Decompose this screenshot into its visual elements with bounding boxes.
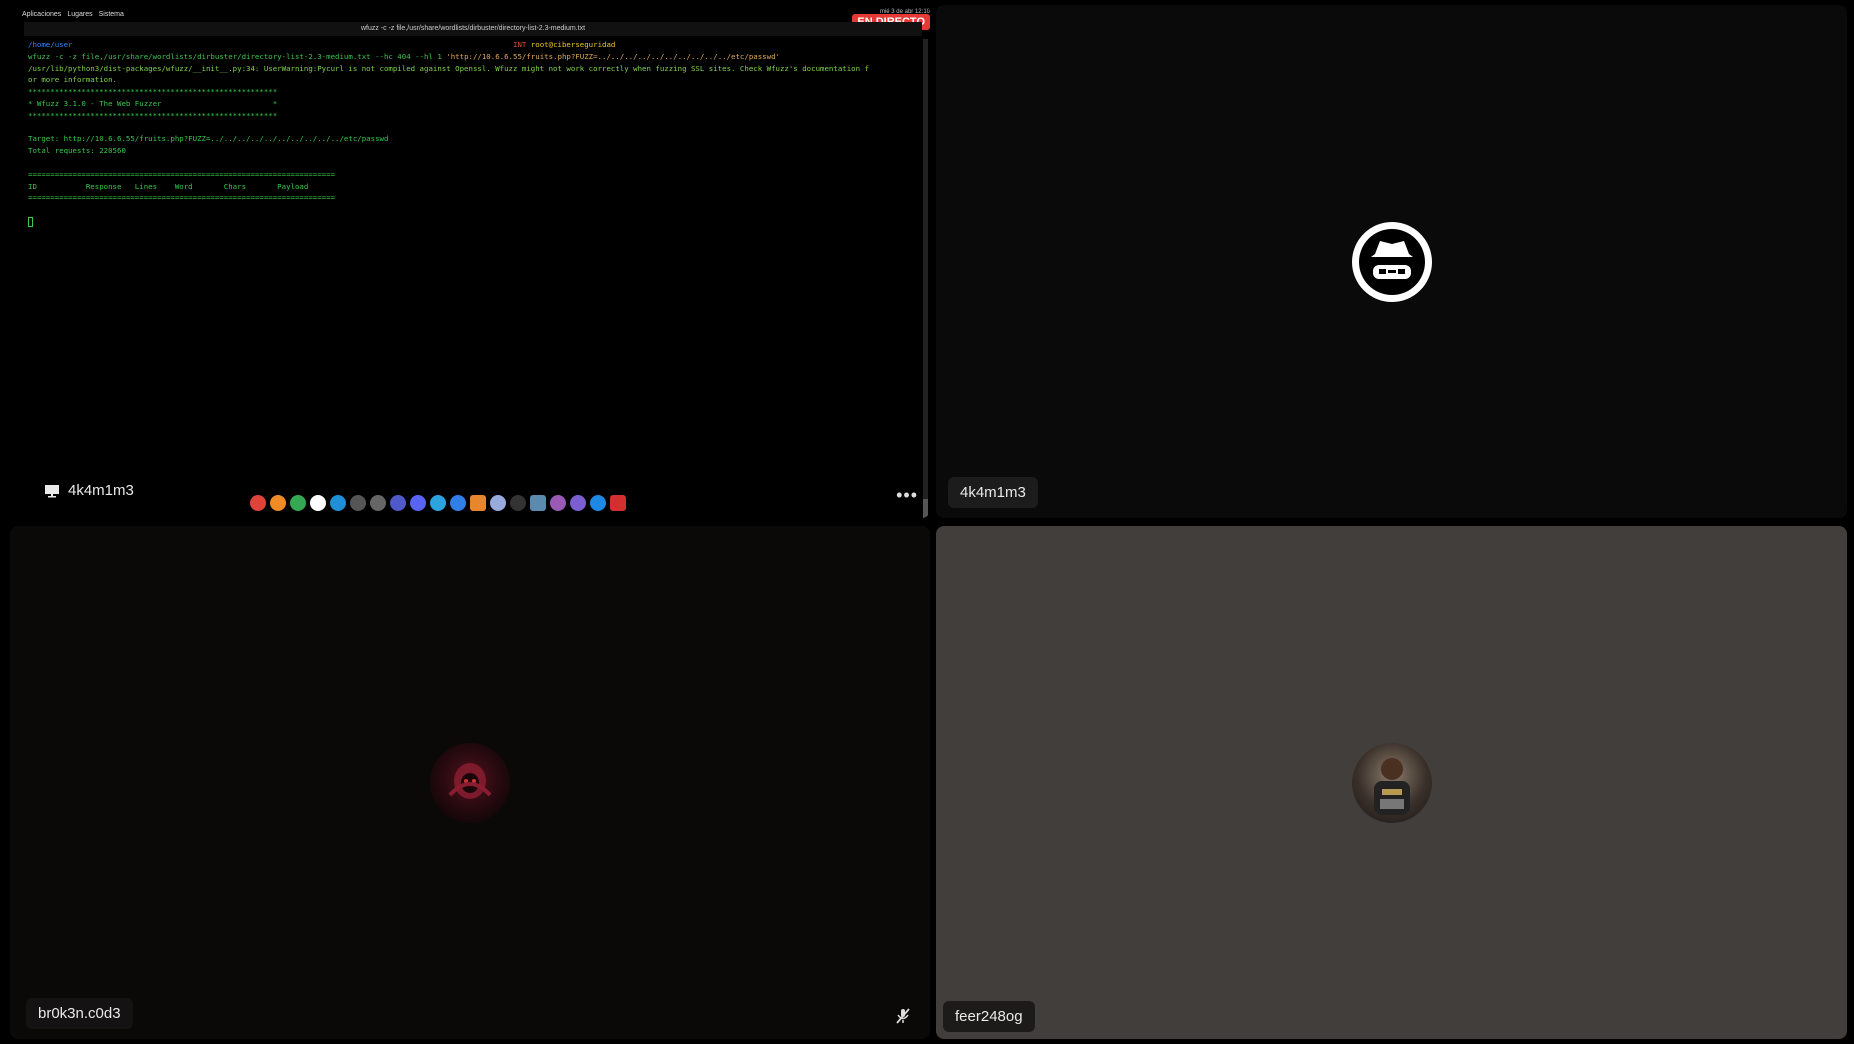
terminal-cursor xyxy=(28,216,33,227)
results-header: ID Response Lines Word Chars Payload xyxy=(28,181,309,191)
terminal-title: wfuzz -c -z file,/usr/share/wordlists/di… xyxy=(24,22,922,36)
screen-share-owner: 4k4m1m3 xyxy=(68,482,134,499)
participant-name: 4k4m1m3 xyxy=(960,484,1026,501)
screen-share-tile[interactable]: Aplicaciones Lugares Sistema mié 3 de ab… xyxy=(10,5,930,518)
banner-line: * Wfuzz 3.1.0 - The Web Fuzzer * xyxy=(28,98,278,108)
stars-line-2: ****************************************… xyxy=(28,110,278,120)
prompt-path: /home/user xyxy=(28,40,73,49)
hooded-figure-image xyxy=(448,762,492,799)
avatar xyxy=(1351,221,1432,302)
profile-photo xyxy=(1373,757,1410,815)
discord-icon[interactable] xyxy=(410,495,426,511)
dock-app-icon[interactable] xyxy=(530,495,546,511)
dock-app-icon[interactable] xyxy=(370,495,386,511)
dock-app-icon[interactable] xyxy=(570,495,586,511)
edge-icon[interactable] xyxy=(330,495,346,511)
teams-icon[interactable] xyxy=(390,495,406,511)
screen-share-name-tag: 4k4m1m3 xyxy=(32,475,146,506)
participant-name: br0k3n.c0d3 xyxy=(38,1005,121,1022)
menu-apps[interactable]: Aplicaciones xyxy=(22,11,61,18)
dock-app-icon[interactable] xyxy=(270,495,286,511)
equals-line-1: ========================================… xyxy=(28,169,336,179)
participant-name-tag: br0k3n.c0d3 xyxy=(26,998,133,1029)
menu-system[interactable]: Sistema xyxy=(99,11,124,18)
scrollbar-thumb[interactable] xyxy=(923,499,928,518)
whatsapp-icon[interactable] xyxy=(310,495,326,511)
video-call-grid: Aplicaciones Lugares Sistema mié 3 de ab… xyxy=(0,0,1854,1044)
app-dock xyxy=(250,495,626,511)
prompt-user: root@ciberseguridad xyxy=(530,40,616,49)
command-url: 'http://10.6.6.55/fruits.php?FUZZ=../../… xyxy=(446,51,780,61)
participant-tile[interactable]: br0k3n.c0d3 xyxy=(10,526,930,1039)
chrome-icon[interactable] xyxy=(290,495,306,511)
prompt-status: INT xyxy=(513,40,527,49)
warning-line-2: or more information. xyxy=(28,75,117,85)
mic-muted-icon xyxy=(896,1008,910,1024)
participant-name-tag: 4k4m1m3 xyxy=(948,477,1038,508)
participant-name-tag: feer248og xyxy=(943,1001,1035,1032)
avatar xyxy=(1351,742,1432,823)
dock-app-icon[interactable] xyxy=(450,495,466,511)
participant-name: feer248og xyxy=(955,1008,1023,1025)
command-text: wfuzz -c -z file,/usr/share/wordlists/di… xyxy=(28,51,447,61)
dock-app-icon[interactable] xyxy=(550,495,566,511)
equals-line-2: ========================================… xyxy=(28,193,336,203)
dock-app-icon[interactable] xyxy=(350,495,366,511)
terminal-scrollbar[interactable] xyxy=(923,39,928,518)
dock-app-icon[interactable] xyxy=(510,495,526,511)
dock-app-icon[interactable] xyxy=(250,495,266,511)
sublime-icon[interactable] xyxy=(470,495,486,511)
screen-share-icon xyxy=(45,484,59,497)
avatar xyxy=(430,742,510,823)
stars-line-1: ****************************************… xyxy=(28,87,278,97)
warning-line-1: /usr/lib/python3/dist-packages/wfuzz/__i… xyxy=(28,63,869,73)
terminal-output[interactable]: /home/user INT root@ciberseguridad wfuzz… xyxy=(24,39,922,479)
telegram-icon[interactable] xyxy=(430,495,446,511)
dock-app-icon[interactable] xyxy=(610,495,626,511)
desktop-top-panel: Aplicaciones Lugares Sistema mié 3 de ab… xyxy=(18,7,930,21)
participant-tile[interactable]: 4k4m1m3 xyxy=(936,5,1847,518)
menu-places[interactable]: Lugares xyxy=(67,11,92,18)
participant-tile[interactable]: feer248og xyxy=(936,526,1847,1039)
dock-app-icon[interactable] xyxy=(590,495,606,511)
incognito-icon xyxy=(1358,228,1425,295)
total-line: Total requests: 220560 xyxy=(28,146,126,156)
more-options-button[interactable]: ••• xyxy=(896,485,918,506)
dock-app-icon[interactable] xyxy=(490,495,506,511)
target-line: Target: http://10.6.6.55/fruits.php?FUZZ… xyxy=(28,134,389,144)
